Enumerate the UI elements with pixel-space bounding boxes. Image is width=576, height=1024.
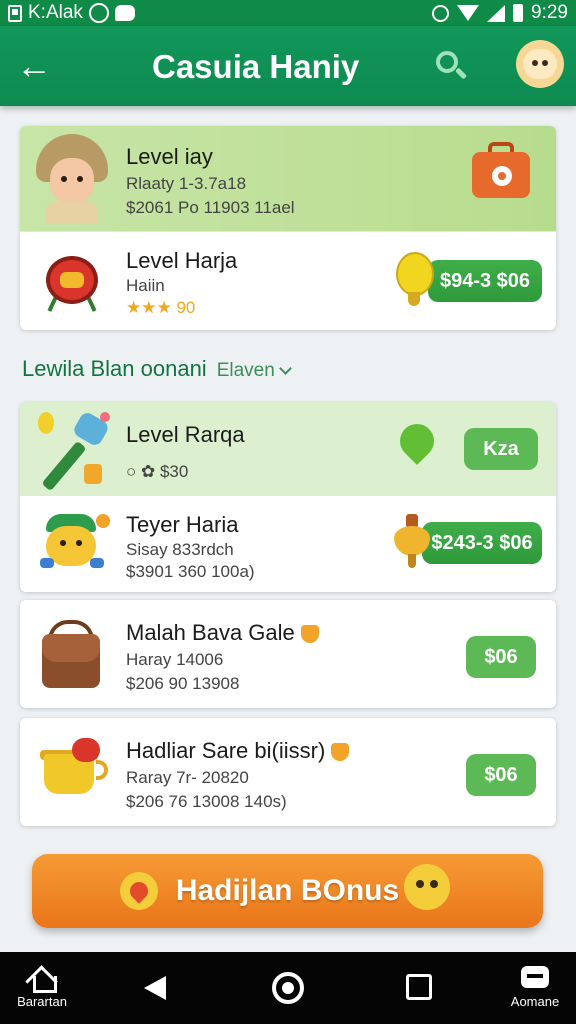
chat-notification-icon: [114, 5, 135, 21]
home-icon: [28, 966, 57, 993]
rating-stars: ★★★ 90: [126, 298, 196, 317]
wifi-icon: [457, 5, 480, 21]
signal-icon: [487, 4, 506, 22]
avatar-icon: [36, 134, 108, 224]
app-notification-icon: [8, 4, 22, 22]
status-bar: K:Alak 9:29: [0, 0, 576, 26]
action-button[interactable]: Kza: [464, 428, 538, 470]
list-item[interactable]: Malah Bava Gale Haray 14006 $206 90 1390…: [20, 600, 556, 708]
level-list-card: Level Rarqa ○ ✿ $30 Kza Teyer Haria Sisa…: [20, 402, 556, 592]
section-header: Lewila Blan oonani Elaven: [22, 356, 292, 382]
nav-store-label: Aomane: [510, 994, 560, 1009]
item-title: Level Rarqa: [126, 422, 245, 447]
badge-icon: [331, 743, 350, 762]
nav-back-icon[interactable]: [144, 976, 166, 1000]
alarm-icon: [432, 4, 450, 22]
badge-icon: [300, 625, 319, 644]
list-item[interactable]: Level Rarqa ○ ✿ $30 Kza: [20, 402, 556, 496]
page-title: Casuia Haniy: [152, 48, 360, 85]
filter-label: Elaven: [216, 360, 275, 381]
profile-button[interactable]: [516, 40, 564, 88]
section-filter-dropdown[interactable]: Elaven: [216, 360, 292, 382]
nav-store[interactable]: Aomane: [500, 966, 570, 1009]
smiley-icon: [404, 864, 450, 910]
bottom-nav: Barartan Aomane: [0, 952, 576, 1024]
pot-icon: [38, 738, 108, 798]
item-subtitle: Rlaaty 1-3.7a18: [126, 174, 247, 193]
heart-icon: [120, 872, 158, 910]
drum-icon: [44, 250, 100, 312]
nav-home-circle-icon[interactable]: [272, 972, 304, 1004]
item-subtitle: Haray 14006: [126, 650, 224, 669]
item-title: Level iay: [126, 144, 213, 169]
list-item[interactable]: Level Harja Haiin ★★★ 90 $94-3 $06: [20, 232, 556, 330]
level-list-card: Malah Bava Gale Haray 14006 $206 90 1390…: [20, 600, 556, 708]
item-detail: $2061 Po 11903 11ael: [126, 198, 295, 217]
back-button[interactable]: ←: [14, 45, 54, 86]
hammer-icon: [38, 410, 122, 492]
store-icon: [521, 966, 549, 988]
price-button[interactable]: $06: [466, 754, 536, 796]
section-title: Lewila Blan oonani: [22, 356, 207, 381]
search-button[interactable]: [430, 46, 470, 86]
satchel-icon: [38, 620, 104, 690]
price-button[interactable]: $06: [466, 636, 536, 678]
item-detail: $206 90 13908: [126, 674, 240, 693]
chevron-down-icon: [278, 361, 292, 375]
notification-badge-icon: [88, 3, 109, 23]
buddy-icon: [40, 514, 110, 574]
status-right: 9:29: [432, 2, 568, 24]
list-item[interactable]: Hadliar Sare bi(iissr) Raray 7r- 20820 $…: [20, 718, 556, 826]
item-detail: $206 76 13008 140s): [126, 792, 287, 811]
price-button[interactable]: $243-3 $06: [422, 522, 542, 564]
price-button[interactable]: $94-3 $06: [428, 260, 542, 302]
bag-icon[interactable]: [472, 142, 530, 198]
list-item[interactable]: Level iay Rlaaty 1-3.7a18 $2061 Po 11903…: [20, 126, 556, 232]
nav-home[interactable]: Barartan: [10, 966, 74, 1009]
item-subtitle: Haiin: [126, 276, 165, 295]
profile-icon: [523, 49, 557, 79]
balloon-icon: [396, 252, 436, 308]
item-title: Level Harja: [126, 248, 238, 273]
item-title: Malah Bava Gale: [126, 620, 319, 646]
item-title: Hadliar Sare bi(iissr): [126, 738, 350, 764]
list-item[interactable]: Teyer Haria Sisay 833rdch $3901 360 100a…: [20, 496, 556, 592]
item-title: Teyer Haria: [126, 512, 239, 537]
top-icon: [392, 514, 432, 570]
item-subtitle: ○ ✿ $30: [126, 462, 189, 481]
bonus-label: Hadijlan BOnus: [175, 874, 400, 907]
level-list-card: Hadliar Sare bi(iissr) Raray 7r- 20820 $…: [20, 718, 556, 826]
app-bar: ← Casuia Haniy: [0, 26, 576, 106]
status-app-label: K:Alak: [28, 2, 83, 23]
back-arrow-icon: ←: [16, 45, 52, 86]
heart-icon: [392, 416, 442, 466]
item-subtitle: Raray 7r- 20820: [126, 768, 249, 787]
bonus-button[interactable]: Hadijlan BOnus: [32, 854, 543, 928]
battery-icon: [513, 4, 524, 22]
item-detail: $3901 360 100a): [126, 562, 255, 581]
item-subtitle: Sisay 833rdch: [126, 540, 234, 559]
featured-card: Level iay Rlaaty 1-3.7a18 $2061 Po 11903…: [20, 126, 556, 330]
status-left: K:Alak: [8, 2, 135, 24]
status-time: 9:29: [531, 2, 568, 23]
nav-recents-icon[interactable]: [406, 974, 432, 1000]
